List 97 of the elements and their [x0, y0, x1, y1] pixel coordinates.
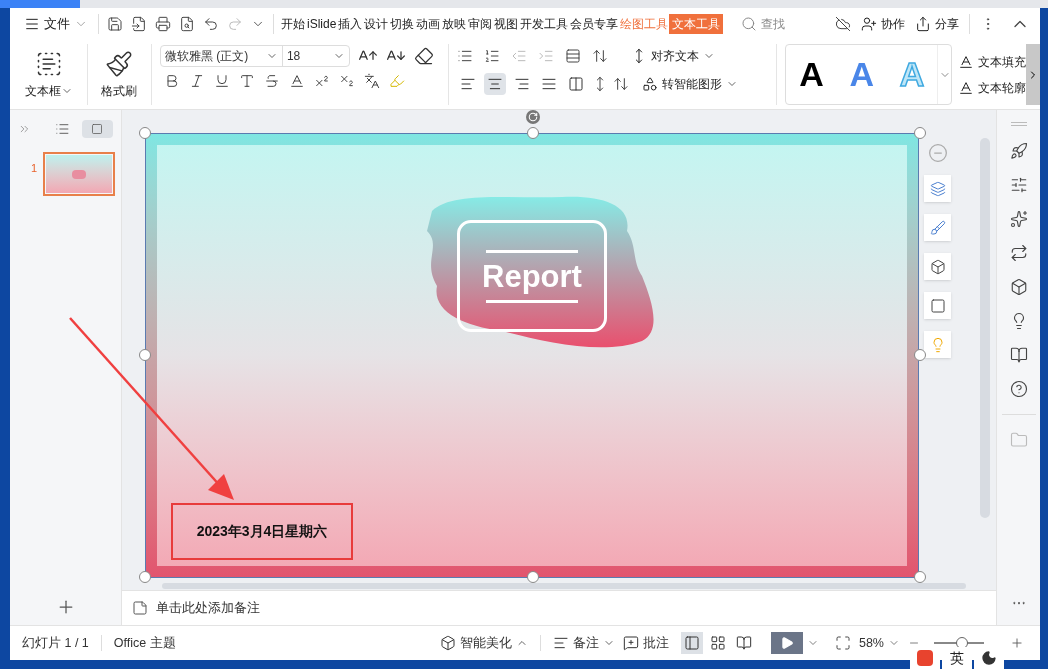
text-fill-icon [958, 53, 975, 70]
ribbon-tab[interactable]: 插入 [337, 14, 364, 34]
export-icon[interactable] [131, 16, 147, 32]
subscript-icon[interactable] [338, 73, 355, 89]
slide-title: Report [482, 260, 582, 292]
theme-name: Office 主题 [113, 634, 176, 652]
ime-language-button[interactable]: 英 [942, 647, 972, 669]
ribbon-tab[interactable]: 放映 [441, 14, 468, 34]
resize-handle[interactable] [139, 571, 151, 583]
cloud-icon[interactable] [835, 16, 851, 32]
border-icon [929, 297, 946, 314]
book-icon[interactable] [1009, 346, 1028, 364]
beautify-button[interactable]: 智能美化 [439, 633, 528, 653]
preview-icon[interactable] [179, 16, 195, 32]
sparkle-icon[interactable] [1009, 210, 1028, 228]
ribbon-tab[interactable]: 审阅 [467, 14, 494, 34]
bullet-list-icon[interactable] [456, 48, 473, 64]
text-direction-icon[interactable] [564, 48, 581, 64]
ribbon-tab[interactable]: 动画 [415, 14, 442, 34]
eraser-icon[interactable] [413, 46, 434, 66]
slide-number: 1 [31, 161, 38, 176]
outline-view-icon[interactable] [54, 121, 70, 137]
horizontal-scrollbar[interactable] [162, 583, 966, 589]
save-icon[interactable] [107, 16, 123, 32]
resize-handle[interactable] [527, 127, 539, 139]
ribbon-tab[interactable]: iSlide [306, 14, 338, 34]
textbox-button[interactable]: 文本框 [20, 44, 79, 105]
file-menu[interactable]: 文件 [24, 14, 92, 34]
slide[interactable]: Report 2023年3月4日星期六 [145, 133, 919, 578]
text-effect-icon[interactable] [238, 73, 255, 89]
date-textbox[interactable]: 2023年3月4日星期六 [171, 503, 353, 560]
paragraph-spacing-icon[interactable] [612, 76, 629, 92]
ribbon-tab[interactable]: 会员专享 [569, 14, 620, 34]
brush-button[interactable] [924, 214, 951, 241]
notes-button[interactable]: 备注 [552, 633, 615, 653]
rocket-icon[interactable] [1009, 142, 1028, 160]
search-button[interactable]: 查找 [741, 15, 786, 33]
notes-lines-icon [552, 635, 569, 651]
paintbrush-icon [105, 49, 134, 78]
underline-icon[interactable] [213, 73, 230, 89]
slide-thumbnail[interactable] [43, 152, 116, 196]
layers-button[interactable] [924, 175, 951, 202]
shapes-icon [641, 76, 658, 92]
slide-counter: 幻灯片 1 / 1 [22, 634, 89, 652]
resize-handle[interactable] [139, 127, 151, 139]
resize-handle[interactable] [139, 349, 151, 361]
share-button[interactable]: 分享 [915, 15, 959, 33]
sort-icon[interactable] [591, 48, 608, 64]
rotate-handle[interactable] [526, 110, 540, 124]
play-button[interactable] [770, 632, 803, 654]
ribbon-tab[interactable]: 开发工具 [519, 14, 570, 34]
ribbon-tab[interactable]: 设计 [363, 14, 390, 34]
align-center-icon[interactable] [483, 73, 506, 95]
strikethrough-icon[interactable] [263, 73, 280, 89]
numbered-list-icon[interactable] [483, 48, 500, 64]
format-painter-button[interactable]: 格式刷 [95, 44, 143, 105]
notes-placeholder[interactable]: 单击此处添加备注 [156, 598, 260, 618]
resize-handle[interactable] [914, 571, 926, 583]
notes-icon [132, 600, 148, 616]
text-outline-button[interactable]: 文本轮廓 [958, 78, 1027, 97]
slide-icon [90, 123, 105, 135]
date-text: 2023年3月4日星期六 [196, 522, 328, 541]
collaborate-button[interactable]: 协作 [861, 15, 905, 33]
font-color-icon[interactable] [288, 73, 305, 89]
help-icon[interactable] [1009, 380, 1028, 398]
smart-shape-button[interactable]: 转智能图形 [641, 75, 738, 93]
layers-icon [929, 180, 946, 197]
fit-icon[interactable] [834, 635, 851, 651]
ribbon-tab[interactable]: 开始 [280, 14, 306, 34]
share-icon [915, 16, 931, 32]
menu-icon [24, 16, 40, 32]
brush-icon [929, 219, 946, 236]
play-icon [779, 636, 794, 650]
comment-icon [622, 635, 639, 651]
undo-icon[interactable] [203, 16, 219, 32]
align-text-button[interactable]: 对齐文本 [630, 47, 715, 65]
search-icon [741, 16, 758, 32]
slides-view-tab[interactable] [81, 120, 113, 138]
font-dropdown[interactable]: 微软雅黑 (正文) [160, 46, 283, 66]
zoom-value[interactable]: 58% [858, 633, 884, 653]
box-icon[interactable] [1009, 278, 1028, 296]
ribbon-tab[interactable]: 视图 [493, 14, 520, 34]
normal-view-icon[interactable] [680, 632, 703, 654]
resize-handle[interactable] [914, 127, 926, 139]
switch-icon[interactable] [1009, 244, 1028, 262]
print-icon[interactable] [155, 16, 171, 32]
comments-button[interactable]: 批注 [622, 633, 669, 653]
add-user-icon [861, 16, 877, 32]
phonetic-icon[interactable] [363, 73, 380, 89]
text-outline-icon [958, 79, 975, 96]
cube-icon [439, 635, 456, 651]
size-dropdown[interactable]: 18 [282, 46, 349, 66]
ribbon-tab[interactable]: 切换 [389, 14, 416, 34]
text-fill-button[interactable]: 文本填充 [958, 52, 1027, 71]
superscript-icon[interactable] [313, 73, 330, 89]
sliders-icon[interactable] [1009, 176, 1028, 194]
border-button[interactable] [924, 292, 951, 319]
